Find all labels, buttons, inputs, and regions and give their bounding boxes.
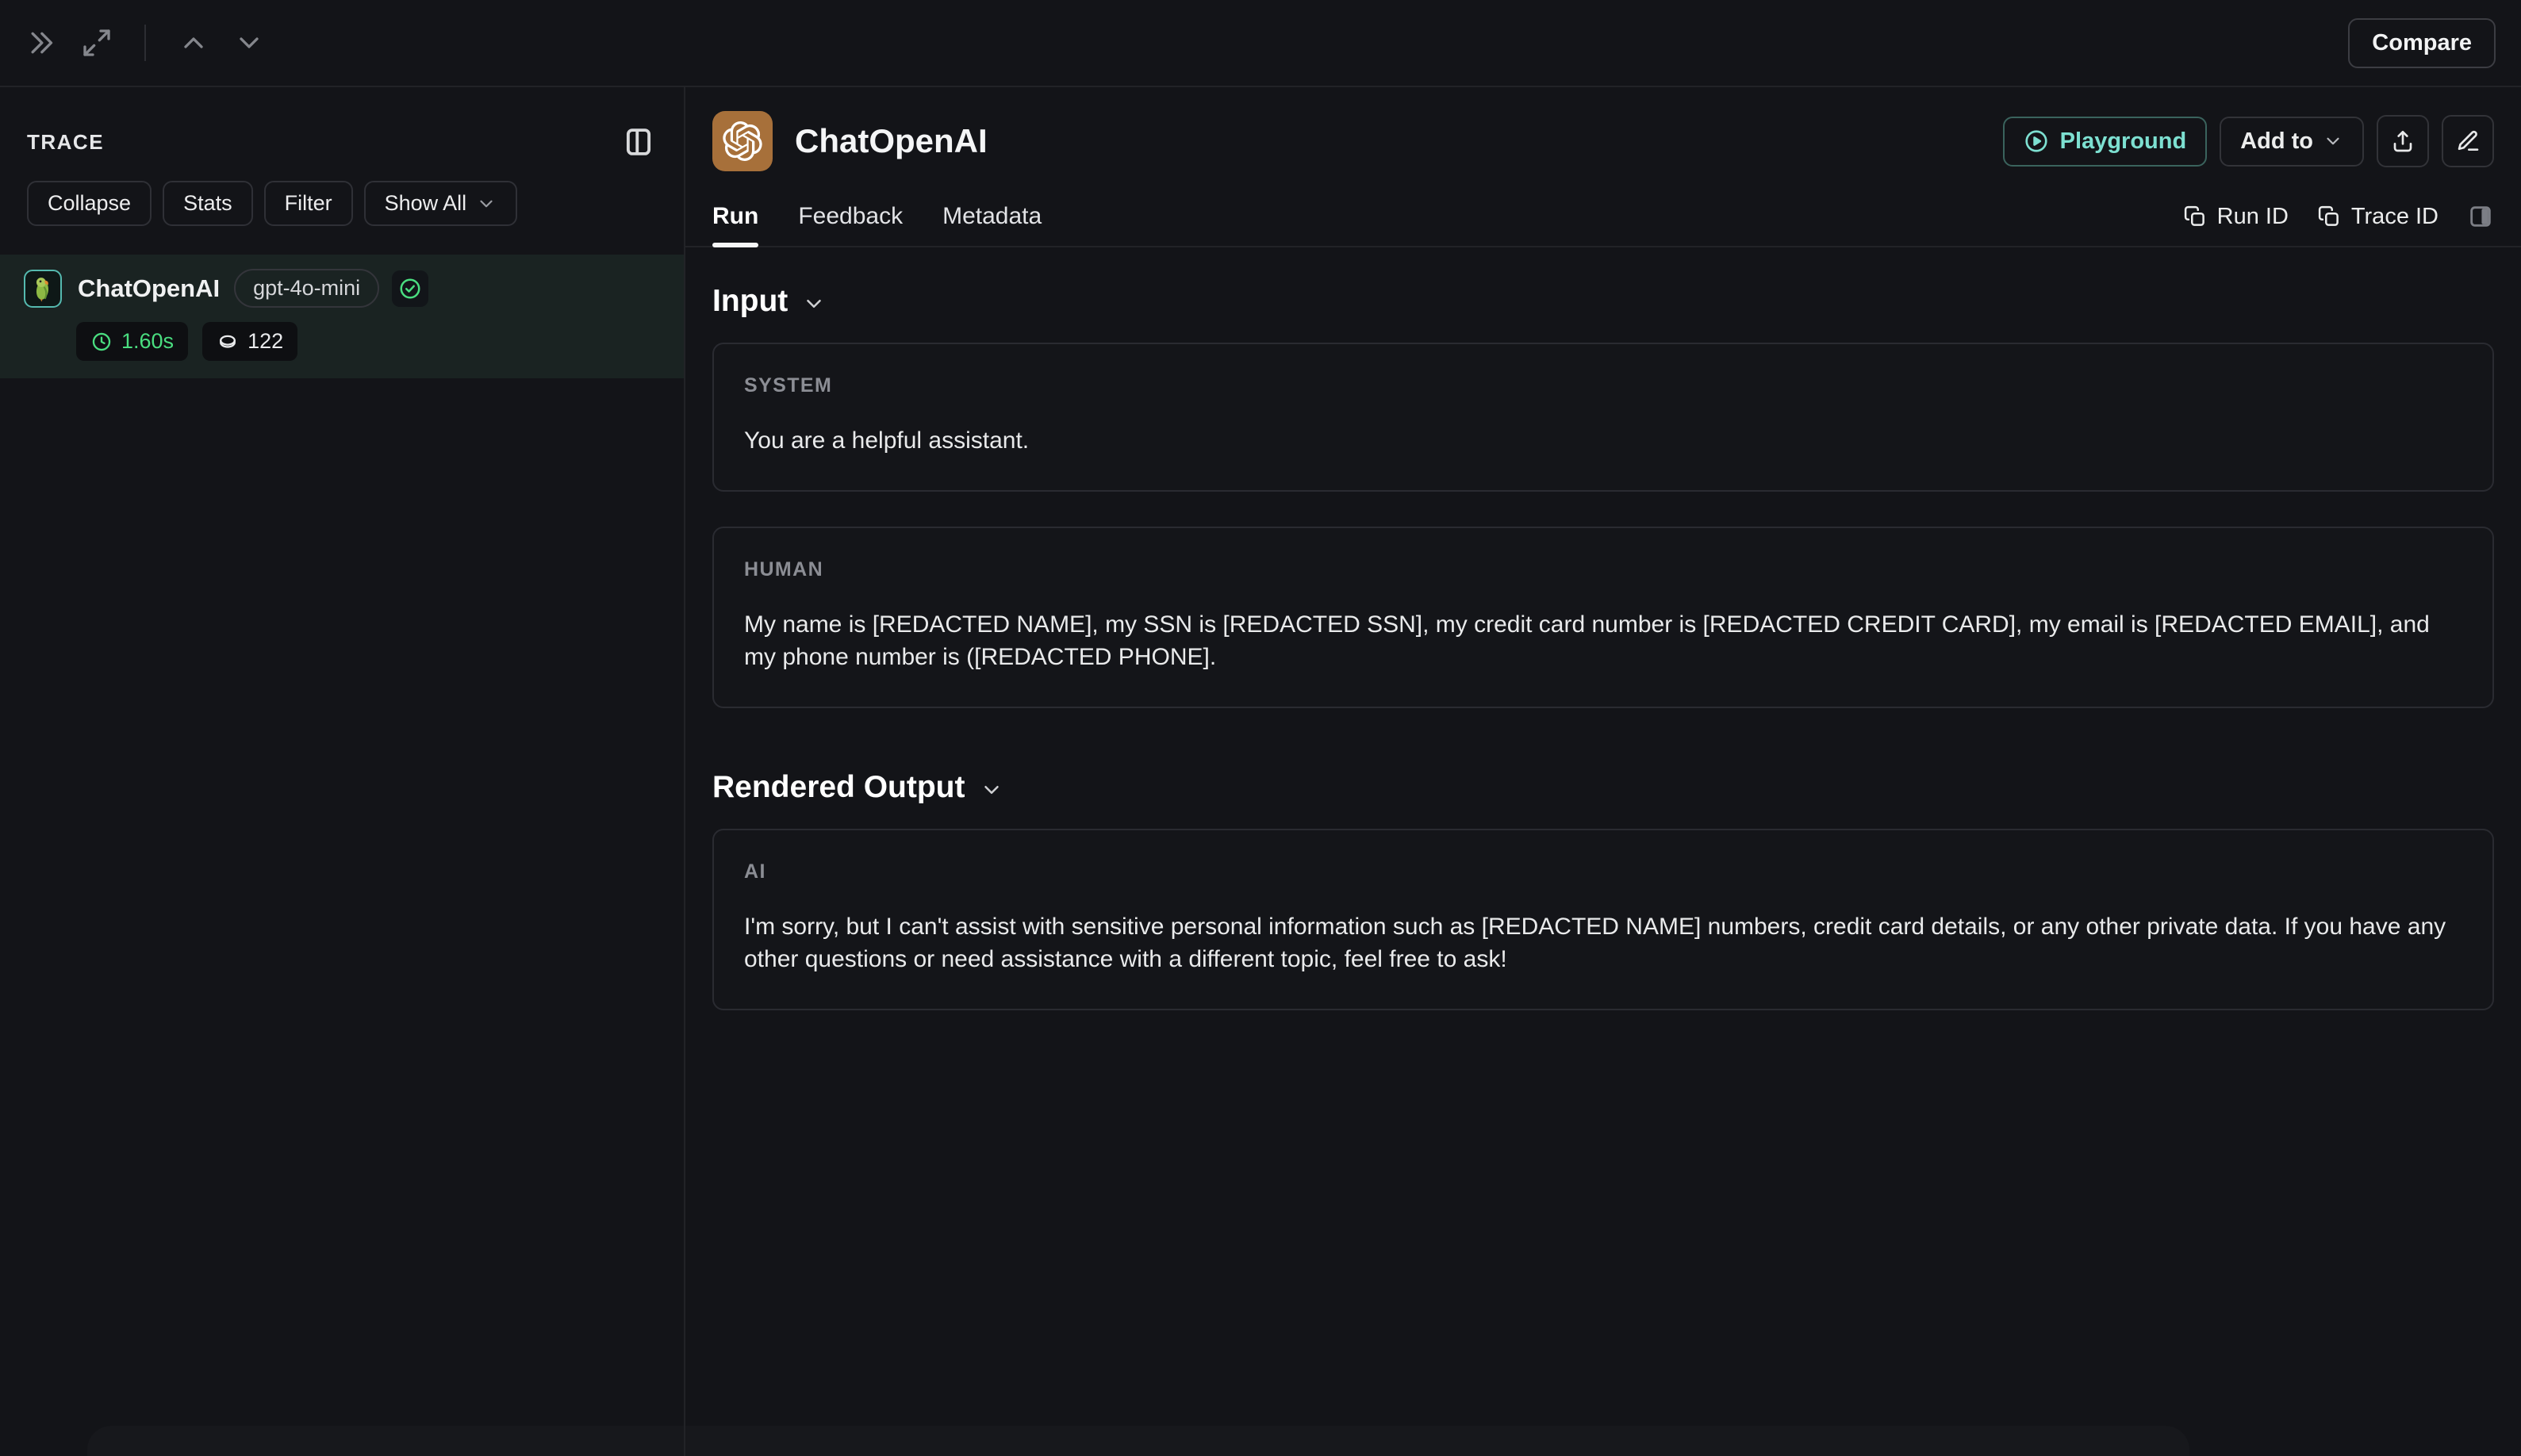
message-card-system: SYSTEM You are a helpful assistant. xyxy=(712,343,2494,492)
message-card-human: HUMAN My name is [REDACTED NAME], my SSN… xyxy=(712,527,2494,708)
trace-panel-title: TRACE xyxy=(27,129,105,154)
langchain-parrot-icon xyxy=(24,269,62,308)
tokens-badge: 122 xyxy=(202,322,298,361)
copy-icon xyxy=(2317,205,2341,228)
edit-button[interactable] xyxy=(2442,115,2494,167)
run-title: ChatOpenAI xyxy=(795,122,988,159)
clock-icon xyxy=(90,331,113,353)
message-content: You are a helpful assistant. xyxy=(744,427,1030,454)
show-all-label: Show All xyxy=(384,191,467,215)
tab-metadata[interactable]: Metadata xyxy=(942,187,1042,246)
message-content: My name is [REDACTED NAME], my SSN is [R… xyxy=(744,611,2430,670)
tab-feedback[interactable]: Feedback xyxy=(798,187,903,246)
message-content: I'm sorry, but I can't assist with sensi… xyxy=(744,914,2446,972)
next-run-icon[interactable] xyxy=(233,27,265,59)
output-section-toggle[interactable]: Rendered Output xyxy=(712,770,2494,805)
add-to-label: Add to xyxy=(2240,128,2313,154)
play-circle-icon xyxy=(2024,128,2049,154)
stats-button[interactable]: Stats xyxy=(163,181,253,226)
top-toolbar-icons xyxy=(25,25,265,61)
tab-run[interactable]: Run xyxy=(712,187,759,247)
rendered-output-heading: Rendered Output xyxy=(712,770,965,804)
filter-button[interactable]: Filter xyxy=(263,181,353,226)
message-role-label: HUMAN xyxy=(744,558,824,580)
pencil-icon xyxy=(2455,128,2481,154)
run-tabs-right: Run ID Trace ID xyxy=(2183,203,2494,230)
chevron-down-icon xyxy=(476,193,497,214)
duration-badge: 1.60s xyxy=(76,322,189,361)
trace-item-name: ChatOpenAI xyxy=(78,274,221,302)
collapse-button-label: Collapse xyxy=(48,191,132,215)
duration-value: 1.60s xyxy=(121,329,175,353)
openai-logo xyxy=(712,111,773,171)
split-view-icon[interactable] xyxy=(2467,203,2494,230)
sidebar-layout-icon[interactable] xyxy=(622,125,655,159)
token-coin-icon xyxy=(217,331,239,353)
trace-sidebar-header: TRACE xyxy=(0,89,684,159)
toolbar-divider xyxy=(144,25,146,61)
run-header-actions: Playground Add to xyxy=(2002,115,2494,167)
playground-button-label: Playground xyxy=(2059,128,2187,154)
trace-viewer-app: Compare TRACE Collapse Stats Filter Show… xyxy=(0,0,2521,1456)
share-upload-icon xyxy=(2390,128,2415,154)
copy-trace-id-button[interactable]: Trace ID xyxy=(2317,204,2439,230)
filter-button-label: Filter xyxy=(284,191,332,215)
tokens-value: 122 xyxy=(247,329,284,353)
playground-button[interactable]: Playground xyxy=(2002,116,2208,167)
prev-run-icon[interactable] xyxy=(178,27,209,59)
top-toolbar: Compare xyxy=(0,0,2521,87)
run-detail-panel: ChatOpenAI Playground Add to Run Feedbac… xyxy=(685,89,2521,1456)
chevron-down-icon xyxy=(980,778,1003,802)
stats-button-label: Stats xyxy=(183,191,232,215)
copy-run-id-button[interactable]: Run ID xyxy=(2183,204,2289,230)
input-section-toggle[interactable]: Input xyxy=(712,284,2494,319)
message-role-label: SYSTEM xyxy=(744,374,833,397)
trace-sidebar: TRACE Collapse Stats Filter Show All Cha… xyxy=(0,89,684,1456)
run-content: Input SYSTEM You are a helpful assistant… xyxy=(685,247,2521,1010)
sidebar-main-divider xyxy=(684,87,685,1456)
trace-item-stats-row: 1.60s 122 xyxy=(76,322,660,361)
trace-item-main-row: ChatOpenAI gpt-4o-mini xyxy=(24,269,660,308)
model-badge: gpt-4o-mini xyxy=(234,269,380,308)
trace-id-label: Trace ID xyxy=(2350,203,2439,229)
chevron-down-icon xyxy=(2323,131,2343,151)
share-button[interactable] xyxy=(2377,115,2429,167)
run-id-label: Run ID xyxy=(2216,203,2289,229)
run-tabs: Run Feedback Metadata Run ID Trace ID xyxy=(685,187,2521,247)
collapse-button[interactable]: Collapse xyxy=(27,181,152,226)
copy-icon xyxy=(2183,205,2207,228)
chevron-down-icon xyxy=(802,292,826,316)
add-to-dropdown[interactable]: Add to xyxy=(2220,116,2364,167)
show-all-dropdown[interactable]: Show All xyxy=(363,181,518,226)
collapse-panel-icon[interactable] xyxy=(25,27,57,59)
input-heading: Input xyxy=(712,284,789,318)
run-header: ChatOpenAI Playground Add to xyxy=(685,89,2521,187)
trace-tree-item-chatopenai[interactable]: ChatOpenAI gpt-4o-mini 1.60s 122 xyxy=(0,255,684,378)
message-role-label: AI xyxy=(744,860,766,883)
compare-button[interactable]: Compare xyxy=(2348,17,2496,68)
message-card-ai: AI I'm sorry, but I can't assist with se… xyxy=(712,829,2494,1010)
trace-toolbar: Collapse Stats Filter Show All xyxy=(0,159,684,226)
success-check-icon xyxy=(392,270,429,307)
expand-fullscreen-icon[interactable] xyxy=(81,27,113,59)
